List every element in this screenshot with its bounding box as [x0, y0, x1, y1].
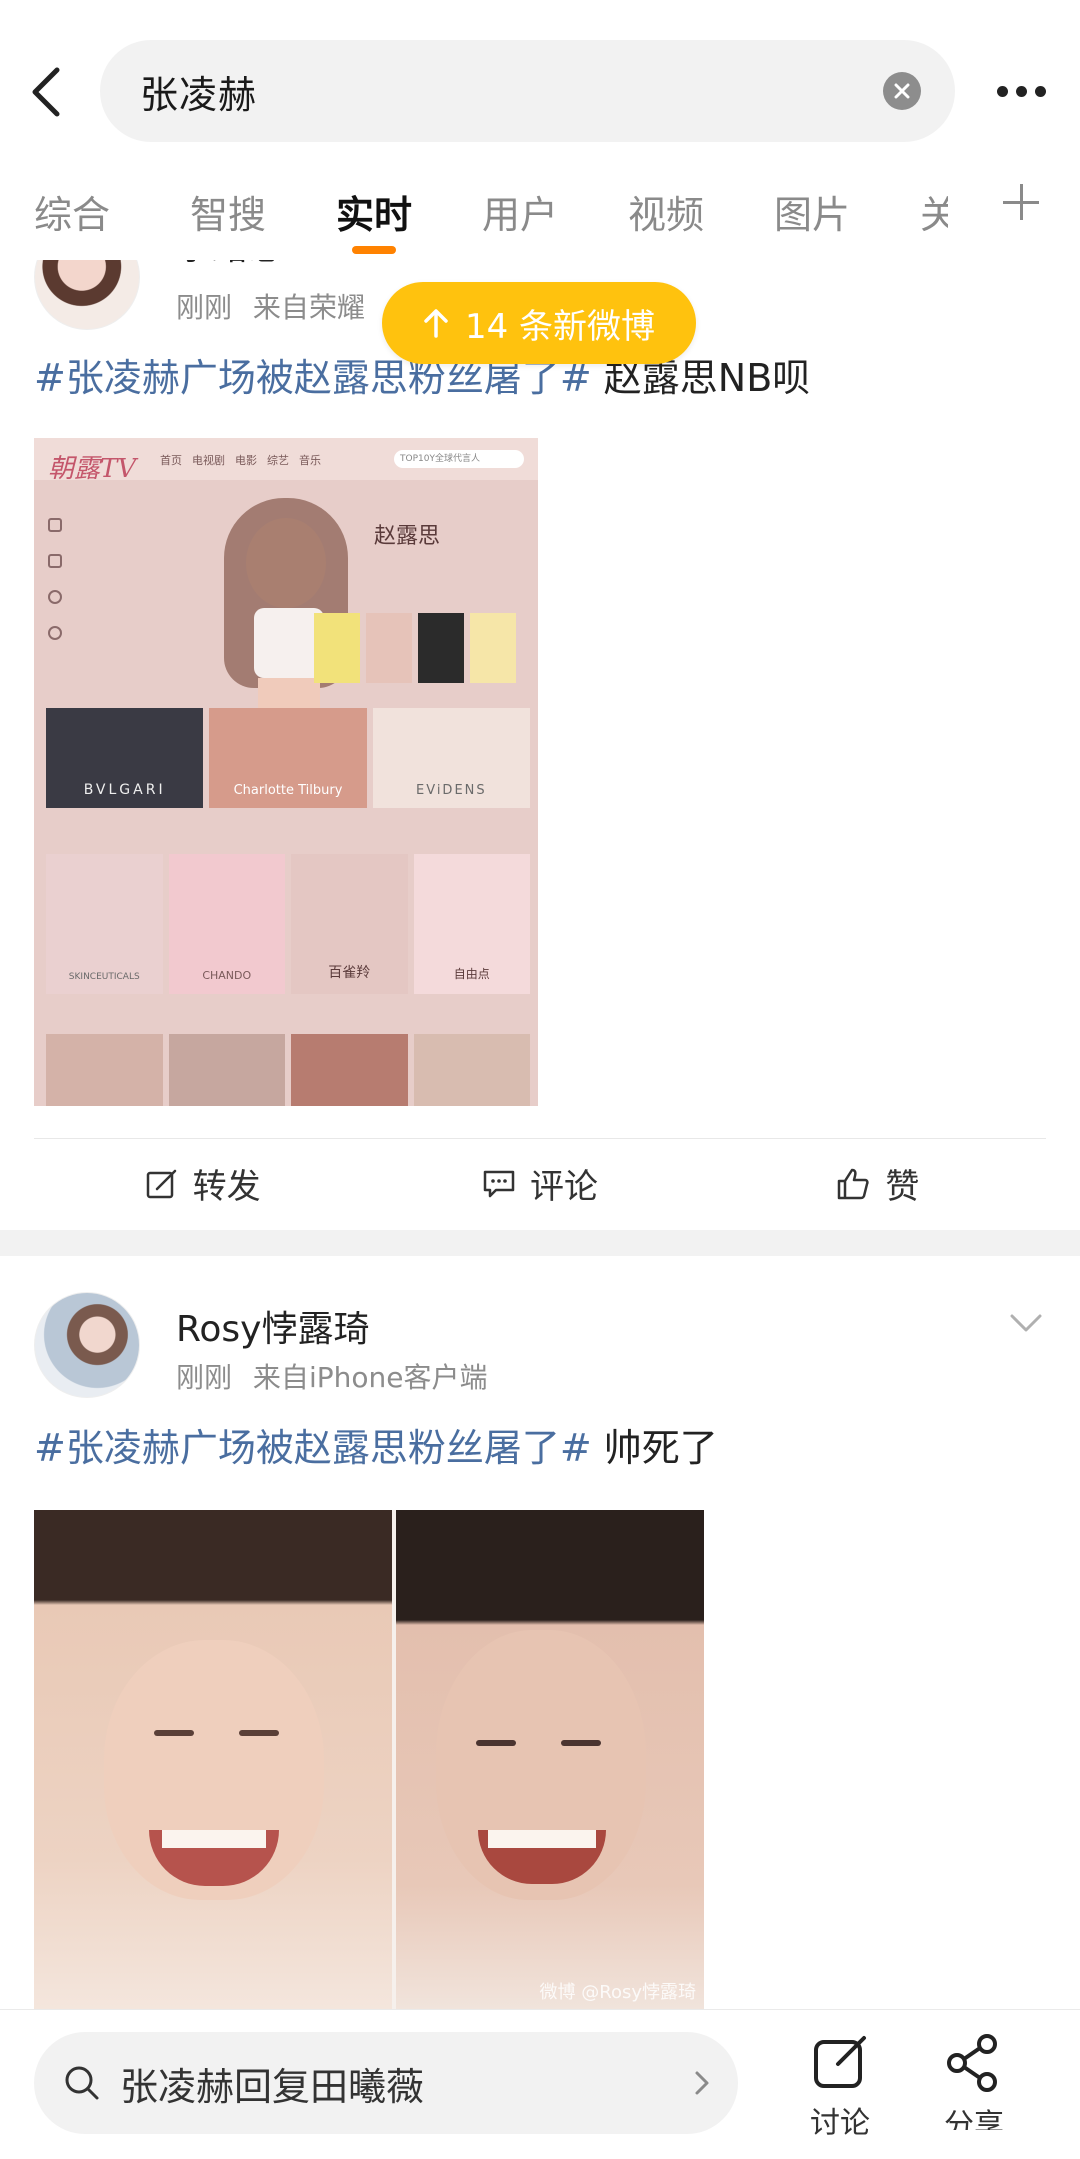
- search-tabs: 综合 智搜 实时 用户 视频 图片 关: [0, 160, 1080, 260]
- image-nav-item: 首页: [160, 454, 182, 467]
- beauty-tile: 百雀羚: [291, 854, 408, 994]
- beauty-tile: SKINCEUTICALS: [46, 854, 163, 994]
- tab-smart-search[interactable]: 智搜: [190, 184, 266, 239]
- suggested-search-text: 张凌赫回复田曦薇: [120, 2064, 425, 2109]
- share-label: 分享: [944, 2108, 1004, 2143]
- feed-post: 李路思 刚刚 来自荣耀 #张凌赫广场被赵露思粉丝屠了# 赵露思NB呗 朝露TV …: [0, 224, 1080, 1230]
- feed-post: Rosy悖露琦 刚刚 来自iPhone客户端 #张凌赫广场被赵露思粉丝屠了# 帅…: [0, 1256, 1080, 2016]
- image-hero: [184, 478, 384, 728]
- search-field[interactable]: 张凌赫: [100, 40, 955, 142]
- search-icon: [65, 2066, 99, 2100]
- thumbs-up-icon: [838, 1168, 869, 1199]
- image-search-bar: TOP10Y全球代言人: [394, 450, 524, 468]
- post-actions: 转发 评论 赞: [34, 1138, 1046, 1228]
- post-source-prefix: 来自: [252, 291, 309, 324]
- image-nav-item: 音乐: [299, 454, 321, 467]
- post-time: 刚刚: [176, 1361, 233, 1394]
- discuss-label: 讨论: [810, 2106, 870, 2141]
- image-fashion-row: [46, 1034, 530, 1106]
- close-icon: [894, 83, 910, 99]
- image-sidebar: [48, 518, 108, 658]
- image-person-name: 赵露思: [374, 524, 441, 549]
- dot-icon: [1015, 85, 1027, 97]
- post-time: 刚刚: [176, 291, 233, 324]
- like-label: 赞: [885, 1167, 920, 1207]
- tab-follow[interactable]: 关: [920, 184, 948, 239]
- comment-icon: [483, 1170, 515, 1197]
- new-posts-button[interactable]: 14 条新微博: [382, 282, 696, 364]
- share-button[interactable]: 分享: [924, 2032, 1024, 2152]
- tab-users[interactable]: 用户: [482, 184, 558, 239]
- image-beauty-row: SKINCEUTICALS CHANDO 百雀羚 自由点: [46, 854, 530, 994]
- search-query[interactable]: 张凌赫: [140, 64, 257, 119]
- repost-button[interactable]: 转发: [34, 1139, 371, 1228]
- discuss-button[interactable]: 讨论: [790, 2032, 890, 2152]
- chevron-right-icon: [695, 2071, 709, 2095]
- back-button[interactable]: [18, 56, 74, 128]
- post-body: 帅死了: [591, 1426, 718, 1470]
- new-posts-label: 14 条新微博: [464, 306, 656, 347]
- post-text: #张凌赫广场被赵露思粉丝屠了# 帅死了: [34, 1422, 718, 1474]
- post-meta: 刚刚 来自iPhone客户端: [176, 1356, 487, 1396]
- more-options-button[interactable]: [986, 66, 1056, 116]
- clear-search-button[interactable]: [883, 72, 921, 110]
- image-nav-item: 电影: [235, 454, 257, 467]
- comment-label: 评论: [529, 1167, 598, 1207]
- beauty-tile: CHANDO: [168, 854, 285, 994]
- tab-images[interactable]: 图片: [774, 184, 850, 239]
- image-nav: 首页 电视剧 电影 综艺 音乐: [160, 452, 321, 468]
- dot-icon: [1034, 85, 1046, 97]
- post-username[interactable]: Rosy悖露琦: [176, 1300, 369, 1352]
- repost-label: 转发: [192, 1167, 261, 1207]
- image-right-face: [396, 1510, 704, 2010]
- post-source-prefix: 来自: [252, 1361, 309, 1394]
- tab-general[interactable]: 综合: [34, 184, 110, 239]
- post-separator: [0, 1230, 1080, 1256]
- brand-tile: BVLGARI: [46, 708, 204, 808]
- avatar[interactable]: [34, 1292, 140, 1398]
- image-logo: 朝露TV: [48, 454, 137, 484]
- arrow-up-icon: [424, 309, 448, 338]
- dot-icon: [996, 85, 1008, 97]
- post-source[interactable]: iPhone客户端: [309, 1361, 488, 1394]
- back-arrow-icon: [32, 67, 60, 117]
- image-nav-item: 电视剧: [192, 454, 225, 467]
- chevron-down-icon[interactable]: [1006, 1308, 1046, 1338]
- image-left-face: [34, 1510, 392, 2010]
- tab-realtime[interactable]: 实时: [336, 184, 412, 239]
- brand-tile: Charlotte Tilbury: [209, 708, 367, 808]
- image-brands-row: BVLGARI Charlotte Tilbury EViDENS: [46, 708, 530, 808]
- post-image[interactable]: 朝露TV 首页 电视剧 电影 综艺 音乐 TOP10Y全球代言人 赵露思 BVL…: [34, 438, 538, 1106]
- edit-icon: [814, 2036, 866, 2088]
- image-nav-item: 综艺: [267, 454, 289, 467]
- beauty-tile: 自由点: [413, 854, 530, 994]
- post-image[interactable]: 微博 @Rosy悖露琦: [34, 1510, 704, 2010]
- repost-icon: [146, 1169, 176, 1198]
- bottom-bar: 张凌赫回复田曦薇 讨论 分享: [0, 2009, 1080, 2159]
- like-button[interactable]: 赞: [709, 1139, 1046, 1228]
- add-tab-button[interactable]: [996, 178, 1046, 228]
- suggested-search[interactable]: 张凌赫回复田曦薇: [34, 2032, 738, 2134]
- topic-link[interactable]: #张凌赫广场被赵露思粉丝屠了#: [34, 1426, 592, 1470]
- image-divider: [392, 1510, 396, 2010]
- image-watermark: 微博 @Rosy悖露琦: [539, 1982, 696, 2003]
- top-bar: 张凌赫: [0, 0, 1080, 160]
- share-icon: [947, 2034, 997, 2092]
- post-meta: 刚刚 来自荣耀: [176, 286, 365, 326]
- post-source[interactable]: 荣耀: [309, 291, 365, 324]
- comment-button[interactable]: 评论: [371, 1139, 708, 1228]
- brand-tile: EViDENS: [372, 708, 530, 808]
- active-tab-indicator: [352, 246, 396, 254]
- tab-videos[interactable]: 视频: [628, 184, 704, 239]
- image-thumb-row: [314, 613, 516, 683]
